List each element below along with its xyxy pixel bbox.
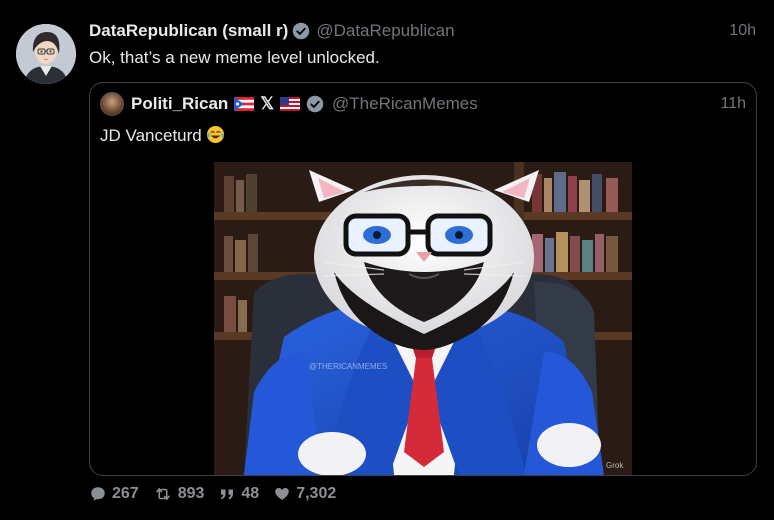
repost-count: 893: [177, 485, 205, 502]
image-corner-mark: Grok: [606, 461, 624, 470]
like-button[interactable]: 7,302: [273, 485, 336, 503]
quoted-author-handle[interactable]: @TheRicanMemes: [332, 94, 478, 114]
laughing-tears-emoji: [206, 125, 224, 144]
repost-icon: [155, 488, 170, 500]
verified-icon: [306, 95, 324, 113]
tweet[interactable]: DataRepublican (small r) @DataRepublican…: [0, 0, 774, 520]
verified-icon: [293, 22, 310, 40]
quote-button[interactable]: 48: [218, 485, 259, 503]
quoted-author-avatar[interactable]: [100, 92, 124, 116]
us-flag-icon: [280, 97, 301, 111]
quoted-tweet[interactable]: Politi_Rican 𝕏 @TheRicanMemes 11h JD Van…: [89, 82, 757, 476]
author-display-name[interactable]: DataRepublican (small r): [89, 21, 288, 41]
reply-icon: [91, 487, 105, 501]
reply-button[interactable]: 267: [89, 485, 139, 503]
like-count: 7,302: [296, 485, 337, 502]
quoted-tweet-header: Politi_Rican 𝕏 @TheRicanMemes 11h: [100, 92, 746, 116]
quote-icon: [221, 489, 234, 500]
repost-button[interactable]: 893: [153, 485, 205, 503]
cat-in-suit-image: @THERICANMEMES Grok: [214, 162, 632, 475]
tweet-timestamp[interactable]: 10h: [729, 22, 756, 40]
heart-icon: [275, 488, 289, 500]
tweet-header: DataRepublican (small r) @DataRepublican…: [89, 20, 756, 42]
author-handle[interactable]: @DataRepublican: [316, 21, 454, 41]
quoted-tweet-image[interactable]: @THERICANMEMES Grok: [214, 162, 632, 475]
anime-avatar-icon: [16, 24, 76, 84]
avatar[interactable]: [16, 24, 76, 84]
tweet-text: Ok, that’s a new meme level unlocked.: [89, 48, 380, 67]
quoted-tweet-timestamp[interactable]: 11h: [720, 95, 746, 113]
quoted-author-display-name[interactable]: Politi_Rican: [131, 94, 228, 114]
quoted-tweet-text: JD Vanceturd: [100, 125, 225, 146]
image-watermark: @THERICANMEMES: [309, 362, 387, 371]
tweet-actions: 267 893 48 7,302: [89, 485, 350, 503]
x-logo-icon: 𝕏: [260, 94, 275, 113]
puerto-rico-flag-icon: [234, 97, 255, 111]
quoted-tweet-text-content: JD Vanceturd: [100, 126, 202, 145]
reply-count: 267: [112, 485, 139, 502]
quote-count: 48: [241, 485, 260, 502]
